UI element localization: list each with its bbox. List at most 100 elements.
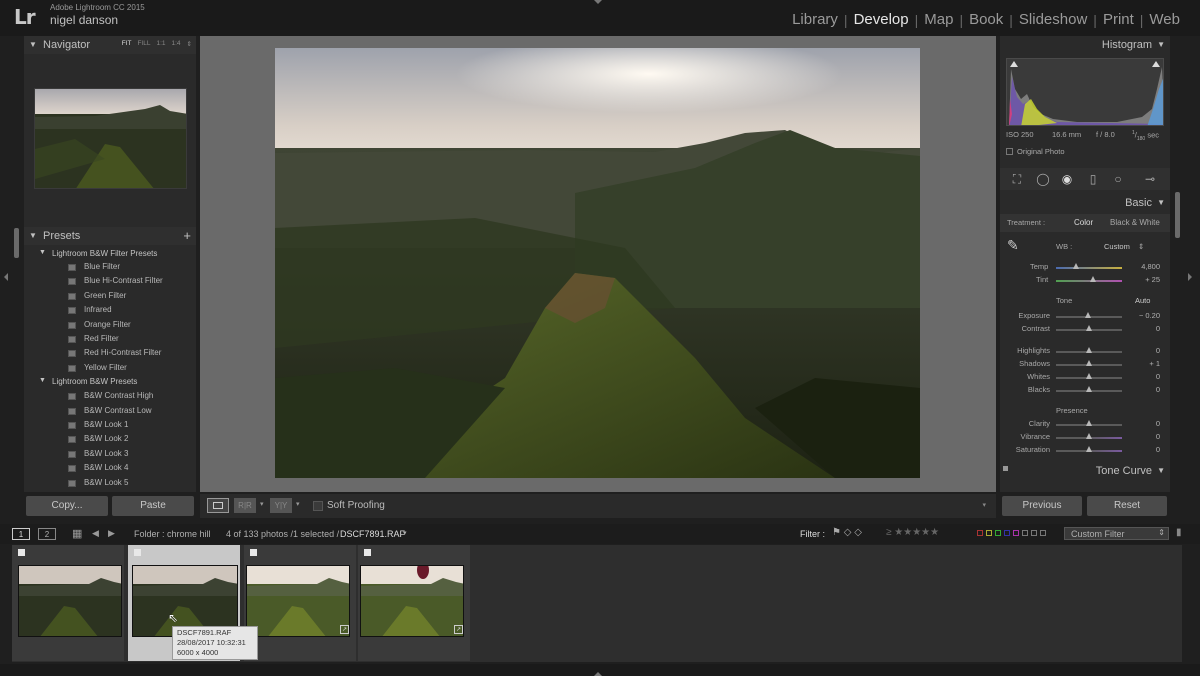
module-library[interactable]: Library: [786, 11, 844, 28]
tone-value[interactable]: 0: [1130, 385, 1160, 394]
folder-label[interactable]: Folder : chrome hill: [134, 529, 211, 539]
folder-triangle-icon[interactable]: ▼: [39, 377, 46, 384]
wb-value[interactable]: Custom: [1104, 242, 1130, 251]
tone-value[interactable]: − 0.20: [1130, 311, 1160, 320]
folder-triangle-icon[interactable]: ▼: [39, 250, 46, 256]
presets-header[interactable]: ▼ Presets +: [24, 227, 196, 245]
temp-value[interactable]: 4,800: [1130, 262, 1160, 271]
highlight-clipping-icon[interactable]: [1152, 61, 1160, 67]
tone-slider-thumb[interactable]: [1086, 325, 1092, 331]
tint-value[interactable]: + 25: [1130, 275, 1160, 284]
temp-slider-thumb[interactable]: [1073, 263, 1079, 269]
add-preset-icon[interactable]: +: [183, 228, 191, 243]
tone-curve-toggle[interactable]: [1003, 466, 1008, 471]
tone-slider-thumb[interactable]: [1084, 312, 1091, 318]
white-balance-selector-icon[interactable]: ✎: [1007, 237, 1027, 257]
module-develop[interactable]: Develop: [848, 11, 915, 28]
flag-filter-icons[interactable]: ⚑ ◇ ◇: [832, 527, 862, 538]
preset-item[interactable]: B&W Look 1: [68, 420, 188, 433]
preset-item[interactable]: B&W Look 4: [68, 463, 188, 476]
screen-1-button[interactable]: 1: [12, 528, 30, 540]
crop-icon[interactable]: ⛶: [1010, 172, 1024, 186]
shadow-clipping-icon[interactable]: [1010, 61, 1018, 67]
filmstrip-lock-icon[interactable]: ▮: [1176, 527, 1182, 538]
screen-2-button[interactable]: 2: [38, 528, 56, 540]
soft-proofing-checkbox[interactable]: [313, 501, 323, 511]
presence-value[interactable]: 0: [1130, 419, 1160, 428]
toolbar-options-icon[interactable]: ▾: [982, 501, 986, 509]
preset-item[interactable]: Blue Filter: [68, 262, 188, 275]
dropdown-arrow-icon[interactable]: ▾: [296, 500, 300, 508]
preset-item[interactable]: B&W Look 3: [68, 449, 188, 462]
collapse-triangle-icon[interactable]: ▼: [1157, 466, 1165, 475]
rating-filter-icons[interactable]: ≥ ★★★★★: [886, 527, 939, 538]
tone-value[interactable]: 0: [1130, 346, 1160, 355]
original-photo-checkbox[interactable]: [1006, 148, 1013, 155]
wb-dropdown-icon[interactable]: ⇕: [1138, 242, 1144, 251]
preset-item[interactable]: Green Filter: [68, 291, 188, 304]
preset-folder[interactable]: ▼ Lightroom B&W Filter Presets: [39, 250, 157, 258]
grid-view-icon[interactable]: ▦: [72, 527, 82, 540]
collapse-triangle-icon[interactable]: ▼: [1157, 40, 1165, 49]
zoom-fill[interactable]: FILL: [137, 40, 150, 48]
tone-slider-thumb[interactable]: [1086, 386, 1092, 392]
module-book[interactable]: Book: [963, 11, 1009, 28]
filmstrip-toggle-icon[interactable]: [594, 672, 602, 676]
preset-item[interactable]: B&W Look 5: [68, 478, 188, 490]
presence-value[interactable]: 0: [1130, 445, 1160, 454]
tone-value[interactable]: + 1: [1130, 359, 1160, 368]
filename-dropdown-icon[interactable]: ▾: [403, 529, 407, 537]
tone-curve-header[interactable]: Tone Curve ▼: [1000, 462, 1170, 480]
temp-slider-track[interactable]: [1056, 267, 1122, 269]
copy-button[interactable]: Copy...: [26, 496, 108, 516]
before-after-icon[interactable]: R|R: [234, 498, 256, 513]
graduated-filter-icon[interactable]: ▯: [1086, 172, 1100, 186]
top-panel-toggle-icon[interactable]: [594, 0, 602, 4]
preset-item[interactable]: Yellow Filter: [68, 363, 188, 376]
preset-item[interactable]: Blue Hi-Contrast Filter: [68, 276, 188, 289]
right-panel-scrollbar[interactable]: [1175, 192, 1180, 238]
preset-item[interactable]: B&W Look 2: [68, 434, 188, 447]
zoom-1-4[interactable]: 1:4: [172, 40, 181, 48]
preset-item[interactable]: Orange Filter: [68, 320, 188, 333]
zoom-fit[interactable]: FIT: [122, 40, 132, 48]
preset-item[interactable]: Red Hi-Contrast Filter: [68, 348, 188, 361]
treatment-color[interactable]: Color: [1074, 218, 1093, 227]
collapse-triangle-icon[interactable]: ▼: [29, 231, 37, 240]
preset-item[interactable]: B&W Contrast High: [68, 391, 188, 404]
module-web[interactable]: Web: [1143, 11, 1186, 28]
presence-slider-thumb[interactable]: [1086, 433, 1092, 439]
module-slideshow[interactable]: Slideshow: [1013, 11, 1093, 28]
tint-slider-thumb[interactable]: [1090, 276, 1096, 282]
module-print[interactable]: Print: [1097, 11, 1140, 28]
histogram-chart[interactable]: [1006, 58, 1164, 126]
right-panel-toggle-icon[interactable]: [1188, 273, 1192, 281]
spot-removal-icon[interactable]: ◯: [1036, 172, 1050, 186]
left-panel-scrollbar[interactable]: [14, 228, 19, 258]
filter-dropdown-icon[interactable]: ⇕: [1158, 528, 1165, 537]
preset-item[interactable]: Infrared: [68, 305, 188, 318]
collapse-triangle-icon[interactable]: ▼: [29, 40, 37, 49]
main-photo[interactable]: [275, 48, 920, 478]
treatment-black-white[interactable]: Black & White: [1110, 218, 1160, 227]
reset-button[interactable]: Reset: [1087, 496, 1167, 516]
collapse-triangle-icon[interactable]: ▼: [1157, 198, 1165, 207]
module-map[interactable]: Map: [918, 11, 959, 28]
navigator-header[interactable]: ▼ Navigator FIT FILL 1:1 1:4 ⇕: [24, 36, 196, 54]
filmstrip-thumbnail[interactable]: ↗: [358, 545, 470, 661]
red-eye-icon[interactable]: ◉: [1060, 172, 1074, 186]
tone-value[interactable]: 0: [1130, 372, 1160, 381]
swap-before-after-icon[interactable]: Y|Y: [270, 498, 292, 513]
presence-value[interactable]: 0: [1130, 432, 1160, 441]
tone-auto-button[interactable]: Auto: [1135, 296, 1150, 305]
color-label-filter-icons[interactable]: [977, 530, 1046, 536]
paste-button[interactable]: Paste: [112, 496, 194, 516]
left-panel-toggle-icon[interactable]: [4, 273, 8, 281]
presence-slider-thumb[interactable]: [1086, 446, 1092, 452]
previous-button[interactable]: Previous: [1002, 496, 1082, 516]
back-arrow-icon[interactable]: ◀: [92, 528, 99, 539]
tint-slider-track[interactable]: [1056, 280, 1122, 282]
forward-arrow-icon[interactable]: ▶: [108, 528, 115, 539]
tone-slider-thumb[interactable]: [1086, 373, 1092, 379]
image-canvas[interactable]: [200, 36, 996, 492]
